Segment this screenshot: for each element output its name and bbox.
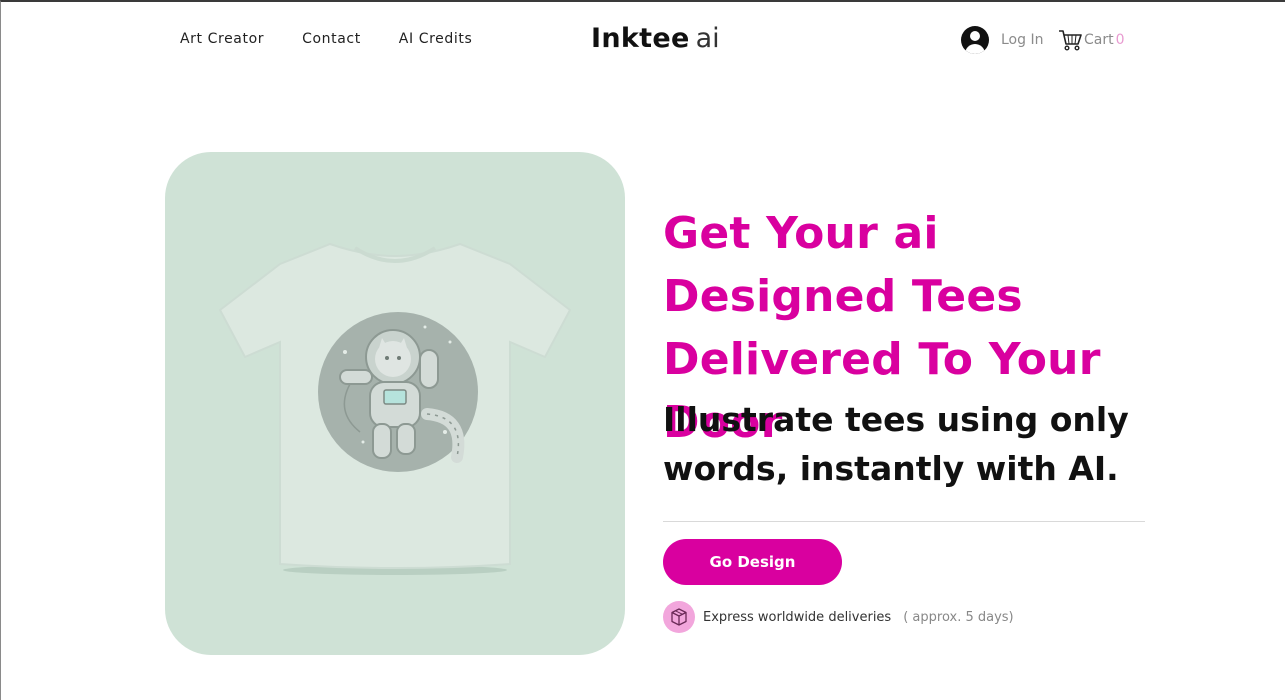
user-avatar-icon [961,26,989,54]
shopping-cart-icon [1059,30,1082,51]
page: Art Creator Contact AI Credits Inktee ai … [0,0,1285,700]
hero-subheadline: Illustrate tees using only words, instan… [663,400,1129,488]
t-shirt-illustration [218,242,572,575]
cart-button[interactable]: Cart 0 [1058,29,1125,51]
nav-art-creator-link[interactable]: Art Creator [180,31,264,47]
cart-label: Cart [1084,32,1114,48]
hero-product-image [165,152,625,655]
package-box-icon [663,601,695,633]
delivery-note: ( approx. 5 days) [903,609,1014,625]
main-nav: Art Creator Contact AI Credits [180,31,472,47]
nav-contact-link[interactable]: Contact [302,31,361,47]
go-design-button[interactable]: Go Design [663,539,842,585]
login-label: Log In [1001,32,1044,48]
delivery-info: Express worldwide deliveries ( approx. 5… [663,601,1014,633]
hero-divider [663,521,1145,522]
nav-ai-credits-link[interactable]: AI Credits [399,31,473,47]
logo-brand: Inktee [591,23,690,54]
cart-count: 0 [1115,32,1125,48]
site-logo[interactable]: Inktee ai [591,21,720,57]
login-button[interactable]: Log In [961,26,1043,54]
logo-suffix: ai [695,23,720,54]
delivery-text: Express worldwide deliveries [703,609,892,625]
